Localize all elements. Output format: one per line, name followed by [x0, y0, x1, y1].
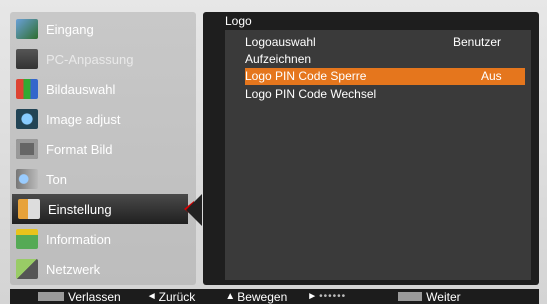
- row-value: Benutzer: [453, 35, 502, 49]
- input-icon: [16, 19, 38, 39]
- menu-item-label: Einstellung: [48, 201, 112, 217]
- row-logo-pin-code-wechsel[interactable]: Logo PIN Code Wechsel: [245, 86, 525, 103]
- information-icon: [16, 229, 38, 249]
- menu-item-label: Eingang: [46, 21, 94, 37]
- footer-move-label: Bewegen: [237, 289, 288, 304]
- pc-adjust-icon: [16, 49, 38, 69]
- row-label: Logo PIN Code Sperre: [245, 69, 367, 83]
- row-logo-pin-code-sperre[interactable]: Logo PIN Code Sperre Aus: [245, 68, 525, 85]
- footer-hint-bar: Verlassen ◄ Zurück ▲ Bewegen ► •••••• We…: [10, 289, 539, 304]
- image-select-icon: [16, 79, 38, 99]
- menu-button-icon: [38, 292, 64, 301]
- image-adjust-icon: [16, 109, 38, 129]
- menu-item-pc-anpassung[interactable]: PC-Anpassung: [10, 44, 196, 74]
- footer-next-label: Weiter: [426, 289, 461, 304]
- sound-icon: [16, 169, 38, 189]
- menu-item-label: Netzwerk: [46, 261, 101, 277]
- select-button-icon: [398, 292, 423, 301]
- menu-item-netzwerk[interactable]: Netzwerk: [10, 254, 196, 284]
- network-icon: [16, 259, 38, 279]
- menu-item-information[interactable]: Information: [10, 224, 196, 254]
- panel-title: Logo: [225, 14, 252, 28]
- menu-item-label: PC-Anpassung: [46, 51, 134, 67]
- row-label: Logoauswahl: [245, 35, 316, 49]
- submenu-panel: Logo Logoauswahl Benutzer Aufzeichnen Lo…: [203, 12, 539, 285]
- menu-item-label: Information: [46, 231, 112, 247]
- left-arrow-icon: ◄: [146, 291, 157, 302]
- right-arrow-icon: ►: [307, 291, 318, 302]
- row-value: Aus: [481, 69, 502, 83]
- menu-item-label: Ton: [46, 171, 67, 187]
- menu-item-eingang[interactable]: Eingang: [10, 14, 196, 44]
- row-aufzeichnen[interactable]: Aufzeichnen: [245, 51, 525, 68]
- menu-item-label: Format Bild: [46, 141, 113, 157]
- menu-item-format-bild[interactable]: Format Bild: [10, 134, 196, 164]
- menu-item-label: Bildauswahl: [46, 81, 116, 97]
- footer-exit-label: Verlassen: [68, 289, 121, 304]
- footer-back-label: Zurück: [158, 289, 196, 304]
- submenu-list: Logoauswahl Benutzer Aufzeichnen Logo PI…: [225, 30, 531, 280]
- setting-icon: [18, 199, 40, 219]
- row-label: Logo PIN Code Wechsel: [245, 87, 377, 101]
- dots-icon: ••••••: [319, 291, 347, 302]
- row-logoauswahl[interactable]: Logoauswahl Benutzer: [245, 34, 525, 51]
- up-down-arrow-icon: ▲: [225, 291, 236, 302]
- submenu-pointer: [186, 194, 202, 226]
- row-label: Aufzeichnen: [245, 52, 312, 66]
- menu-item-bildauswahl[interactable]: Bildauswahl: [10, 74, 196, 104]
- screen-format-icon: [16, 139, 38, 159]
- menu-item-ton[interactable]: Ton: [10, 164, 196, 194]
- menu-item-label: Image adjust: [46, 111, 121, 127]
- menu-item-image-adjust[interactable]: Image adjust: [10, 104, 196, 134]
- main-menu: Eingang PC-Anpassung Bildauswahl Image a…: [10, 12, 196, 285]
- menu-item-einstellung[interactable]: Einstellung: [12, 194, 194, 224]
